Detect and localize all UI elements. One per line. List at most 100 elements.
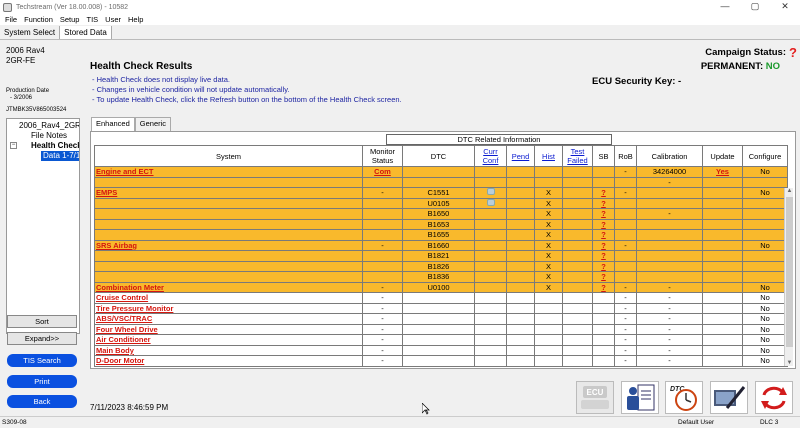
scroll-up-icon[interactable]: ▲ — [786, 188, 793, 194]
menu-help[interactable]: Help — [128, 15, 143, 24]
menu-setup[interactable]: Setup — [60, 15, 80, 24]
vertical-scrollbar[interactable]: ▲ ▼ — [784, 188, 793, 366]
cell-sb[interactable]: ? — [592, 208, 615, 220]
col-rob[interactable]: RoB — [614, 145, 637, 167]
inspection-button[interactable] — [621, 381, 659, 414]
table-row[interactable]: Tire Pressure Monitor - - - No — [94, 302, 788, 314]
freeze-frame-icon[interactable] — [486, 188, 495, 196]
cell-sb[interactable]: ? — [592, 271, 615, 283]
cell-curr — [474, 176, 507, 188]
col-hist[interactable]: Hist — [534, 145, 563, 167]
table-row[interactable]: Main Body - - - No — [94, 344, 788, 356]
table-row[interactable]: B1650 X? - — [94, 208, 788, 220]
cell-system[interactable]: EMPS — [94, 187, 363, 199]
table-row[interactable]: U0105 X? — [94, 197, 788, 209]
cell-curr[interactable] — [474, 197, 507, 209]
cell-curr — [474, 250, 507, 262]
table-header: System Monitor Status DTC Curr Conf Pend… — [94, 145, 788, 167]
cell-system[interactable]: Four Wheel Drive — [94, 323, 363, 335]
cell-system[interactable]: Main Body — [94, 344, 363, 356]
cell-sb[interactable]: ? — [592, 239, 615, 251]
col-pend[interactable]: Pend — [506, 145, 535, 167]
cell-test — [562, 271, 593, 283]
table-row[interactable]: B1821 X? — [94, 250, 788, 262]
cell-sb[interactable]: ? — [592, 250, 615, 262]
col-system[interactable]: System — [94, 145, 363, 167]
table-row[interactable]: SRS Airbag - B1660 X? - No — [94, 239, 788, 251]
cell-system[interactable]: Engine and ECT — [94, 166, 363, 178]
cell-rob: - — [614, 355, 637, 367]
print-button[interactable]: Print — [7, 375, 77, 388]
table-row[interactable]: Combination Meter - U0100 X? - - No — [94, 281, 788, 293]
cell-sb[interactable]: ? — [592, 229, 615, 241]
tree-data-item[interactable]: Data 1-7/11 — [41, 151, 79, 161]
cell-curr — [474, 218, 507, 230]
menu-function[interactable]: Function — [24, 15, 53, 24]
tree-health-check[interactable]: − Health Check — [7, 141, 79, 151]
tab-generic[interactable]: Generic — [134, 117, 172, 131]
maximize-button[interactable]: ▢ — [740, 0, 770, 14]
table-row[interactable]: Engine and ECT Com -34264000 Yes No — [94, 166, 788, 178]
table-row[interactable]: ABS/VSC/TRAC - - - No — [94, 313, 788, 325]
cell-sb[interactable]: ? — [592, 260, 615, 272]
customize-button[interactable] — [710, 381, 748, 414]
table-row[interactable]: - — [94, 176, 788, 188]
back-button[interactable]: Back — [7, 395, 77, 408]
cell-curr — [474, 229, 507, 241]
help-icon[interactable]: ? — [789, 45, 799, 60]
scroll-down-icon[interactable]: ▼ — [786, 360, 793, 366]
table-row[interactable]: Air Conditioner - - - No — [94, 334, 788, 346]
expand-button[interactable]: Expand>> — [7, 332, 77, 345]
refresh-button[interactable] — [755, 381, 793, 414]
cell-system[interactable]: Air Conditioner — [94, 334, 363, 346]
cell-system — [94, 197, 363, 209]
col-dtc[interactable]: DTC — [402, 145, 475, 167]
col-curr-conf[interactable]: Curr Conf — [474, 145, 507, 167]
table-row[interactable]: B1655 X? — [94, 229, 788, 241]
close-button[interactable]: ✕ — [770, 0, 800, 14]
data-tree[interactable]: 2006_Rav4_2GR File Notes − Health Check D… — [6, 118, 80, 334]
collapse-icon[interactable]: − — [10, 142, 17, 149]
table-row[interactable]: D-Door Motor - - - No — [94, 355, 788, 367]
col-monitor[interactable]: Monitor Status — [362, 145, 403, 167]
sort-button[interactable]: Sort — [7, 315, 77, 328]
tab-stored-data[interactable]: Stored Data — [60, 26, 112, 39]
table-row[interactable]: B1826 X? — [94, 260, 788, 272]
col-update[interactable]: Update — [702, 145, 743, 167]
menu-user[interactable]: User — [105, 15, 121, 24]
col-calibration[interactable]: Calibration — [636, 145, 703, 167]
cell-system[interactable]: Tire Pressure Monitor — [94, 302, 363, 314]
cell-system[interactable]: D-Door Motor — [94, 355, 363, 367]
table-row[interactable]: Four Wheel Drive - - - No — [94, 323, 788, 335]
cell-system[interactable]: SRS Airbag — [94, 239, 363, 251]
cell-system[interactable]: Combination Meter — [94, 281, 363, 293]
tree-root[interactable]: 2006_Rav4_2GR — [7, 119, 79, 131]
dtc-button[interactable]: DTC — [665, 381, 703, 414]
table-row[interactable]: EMPS - C1551 X? - No — [94, 187, 788, 199]
menu-file[interactable]: File — [5, 15, 17, 24]
vin: JTMBK35V865003524 — [6, 107, 67, 113]
tis-search-button[interactable]: TIS Search — [7, 354, 77, 367]
table-row[interactable]: B1653 X? — [94, 218, 788, 230]
tab-enhanced[interactable]: Enhanced — [91, 117, 135, 131]
col-sb[interactable]: SB — [592, 145, 615, 167]
cell-sb[interactable]: ? — [592, 197, 615, 209]
tab-system-select[interactable]: System Select — [0, 26, 61, 39]
cell-sb[interactable]: ? — [592, 187, 615, 199]
menu-tis[interactable]: TIS — [86, 15, 98, 24]
cell-sb[interactable]: ? — [592, 281, 615, 293]
cell-sb[interactable]: ? — [592, 218, 615, 230]
cell-system[interactable]: ABS/VSC/TRAC — [94, 313, 363, 325]
cell-update — [702, 218, 743, 230]
minimize-button[interactable]: — — [710, 0, 740, 14]
col-configure[interactable]: Configure — [742, 145, 788, 167]
ecu-button[interactable]: ECU — [576, 381, 614, 414]
freeze-frame-icon[interactable] — [486, 198, 495, 206]
tree-file-notes[interactable]: File Notes — [7, 131, 79, 141]
table-row[interactable]: B1836 X? — [94, 271, 788, 283]
cell-curr[interactable] — [474, 187, 507, 199]
cell-system[interactable]: Cruise Control — [94, 292, 363, 304]
col-test-failed[interactable]: Test Failed — [562, 145, 593, 167]
table-row[interactable]: Cruise Control - - - No — [94, 292, 788, 304]
scroll-thumb[interactable] — [786, 197, 793, 347]
